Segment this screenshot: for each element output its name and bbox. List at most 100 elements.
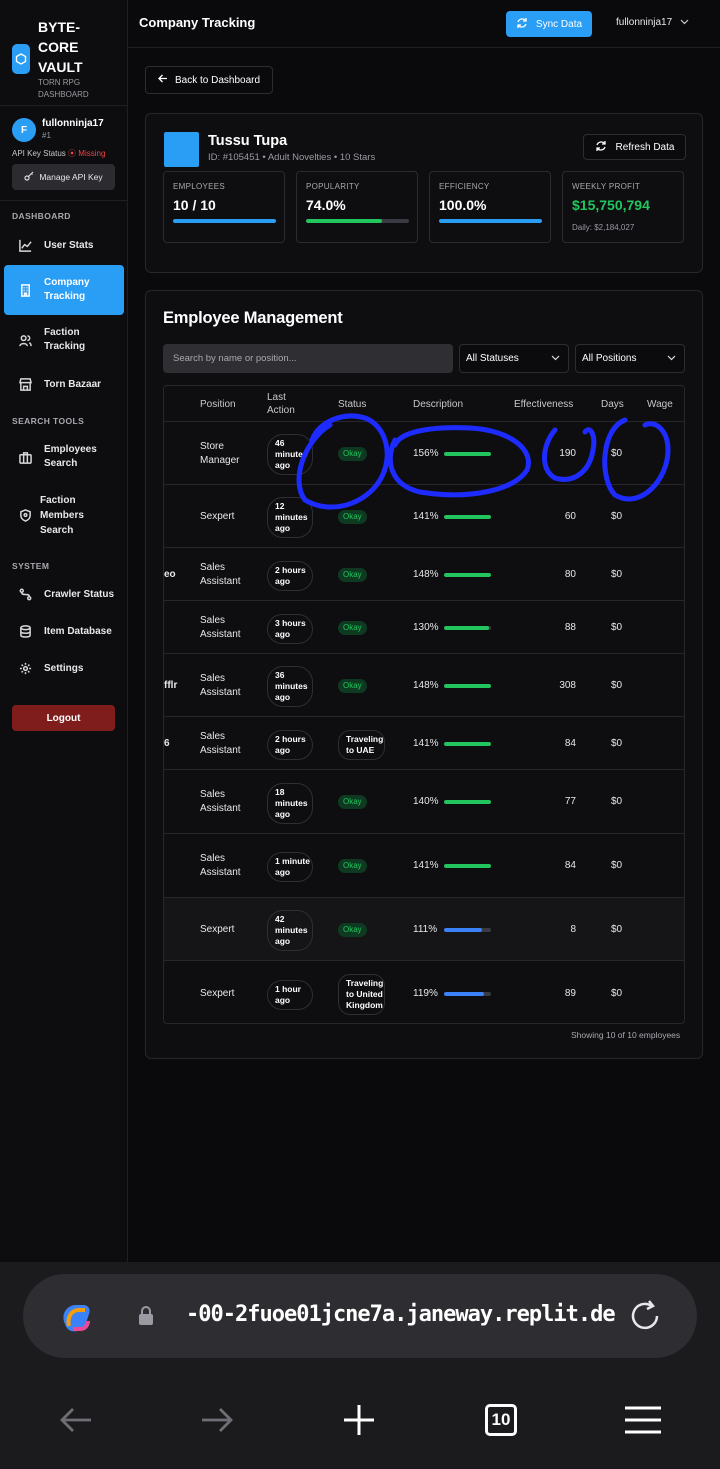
sidebar-item-label: Settings (44, 662, 84, 674)
search-input[interactable] (163, 344, 453, 373)
sidebar-item-faction-members-search[interactable]: Faction Members Search (0, 493, 128, 537)
table-row[interactable]: Sales Assistant 1 minute ago Okay 141% 84 $0 (164, 833, 684, 897)
section-title: Employee Management (163, 309, 343, 327)
column-header-wage[interactable]: Wage (647, 386, 673, 422)
table-row[interactable]: Store Manager 46 minutes ago Okay 156% 190 $0 (164, 421, 684, 484)
employee-position: Sales Assistant (200, 853, 241, 878)
wage-value: $0 (611, 621, 623, 633)
reload-icon[interactable] (627, 1298, 663, 1334)
back-arrow-icon[interactable] (56, 1400, 96, 1440)
back-label: Back to Dashboard (174, 74, 261, 86)
sidebar-item-label: Employees Search (44, 444, 97, 469)
column-header-position[interactable]: Position (200, 386, 236, 422)
new-tab-plus-icon[interactable] (339, 1400, 379, 1440)
sidebar-item-label: Company Tracking (44, 277, 90, 302)
status-badge: Okay (338, 678, 367, 693)
last-action-badge: 36 minutes ago (267, 666, 313, 707)
stat-progress-bar (173, 219, 276, 223)
sidebar-item-company-tracking[interactable]: Company Tracking (4, 265, 124, 315)
column-header-effectiveness[interactable]: Effectiveness (514, 386, 573, 422)
refresh-data-button[interactable]: Refresh Data (583, 134, 686, 160)
days-value: 8 (570, 923, 576, 935)
main-content: Back to Dashboard Tussu Tupa ID: #105451… (128, 48, 720, 1262)
effectiveness-bar (444, 451, 491, 456)
table-row[interactable]: Sexpert 42 minutes ago Okay 111% 8 $0 (164, 897, 684, 960)
status-filter-select[interactable]: All Statuses (459, 344, 569, 373)
url-text[interactable]: -00-2fuoe01jcne7a.janeway.replit.de (186, 1302, 616, 1327)
api-key-label: API Key Status (12, 149, 66, 158)
table-row[interactable]: Sexpert 12 minutes ago Okay 141% 60 $0 (164, 484, 684, 547)
effectiveness-fill (444, 683, 491, 688)
hexagon-logo-icon (12, 43, 30, 74)
employee-position: Sexpert (200, 510, 235, 522)
back-to-dashboard-button[interactable]: Back to Dashboard (145, 66, 273, 94)
brand[interactable]: BYTE-CORE VAULT TORN RPG DASHBOARD (0, 0, 127, 106)
refresh-icon (595, 140, 607, 155)
effectiveness-bar (444, 991, 491, 996)
user-menu[interactable]: fullonninja17 (616, 17, 689, 28)
status-badge: Okay (338, 509, 367, 524)
stat-label: POPULARITY (306, 182, 360, 191)
effectiveness-fill (444, 927, 482, 932)
effectiveness-bar (444, 683, 491, 688)
sidebar-item-torn-bazaar[interactable]: Torn Bazaar (0, 377, 128, 391)
table-row[interactable]: Sexpert 1 hour ago Traveling to United Kin… (164, 960, 684, 1023)
employee-name: fflr (164, 679, 178, 691)
employee-table: Position Last Action Status Description … (163, 385, 685, 1024)
position-filter-select[interactable]: All Positions (575, 344, 685, 373)
description-value: 141% (413, 510, 439, 522)
stat-daily-profit: Daily: $2,184,027 (572, 223, 635, 232)
sidebar-item-user-stats[interactable]: User Stats (0, 238, 128, 252)
wage-value: $0 (611, 987, 623, 999)
days-value: 84 (564, 737, 576, 749)
forward-arrow-icon[interactable] (197, 1400, 237, 1440)
table-row[interactable]: eo Sales Assistant 2 hours ago Okay 148% 80 $0 (164, 547, 684, 600)
page-title: Company Tracking (139, 15, 256, 30)
employee-position: Store Manager (200, 440, 240, 466)
sync-data-button[interactable]: Sync Data (506, 11, 592, 37)
stat-progress-fill (306, 219, 383, 223)
user-block: F fullonninja17 #1 API Key Status ⦿ Miss… (0, 106, 127, 201)
days-value: 80 (564, 568, 576, 580)
table-row[interactable]: 6 Sales Assistant 2 hours ago Traveling to … (164, 716, 684, 769)
logout-button[interactable]: Logout (12, 705, 115, 731)
menu-hamburger-icon[interactable] (623, 1400, 663, 1440)
sidebar: BYTE-CORE VAULT TORN RPG DASHBOARD F ful… (0, 0, 128, 1262)
status-badge: Okay (338, 446, 367, 461)
table-row[interactable]: Sales Assistant 18 minutes ago Okay 140% 77 $… (164, 769, 684, 833)
table-row[interactable]: fflr Sales Assistant 36 minutes ago Okay 148… (164, 653, 684, 716)
column-header-status[interactable]: Status (338, 386, 366, 422)
stat-efficiency: EFFICIENCY 100.0% (429, 171, 551, 243)
sidebar-item-item-database[interactable]: Item Database (0, 624, 128, 638)
sidebar-item-faction-tracking[interactable]: Faction Tracking (0, 326, 128, 354)
sidebar-item-employees-search[interactable]: Employees Search (0, 443, 128, 471)
stat-value: 10 / 10 (173, 197, 216, 213)
status-badge: Okay (338, 859, 367, 873)
employee-name: eo (164, 568, 176, 580)
employee-position: Sales Assistant (200, 789, 241, 814)
address-bar[interactable]: -00-2fuoe01jcne7a.janeway.replit.de (23, 1274, 697, 1358)
last-action-badge: 3 hours ago (267, 613, 313, 644)
tabs-button[interactable]: 10 (481, 1400, 521, 1440)
table-row[interactable]: Sales Assistant 3 hours ago Okay 130% 88 $0 (164, 600, 684, 653)
last-action-badge: 46 minutes ago (267, 434, 313, 475)
column-header-description[interactable]: Description (413, 386, 463, 422)
stat-value: 74.0% (306, 197, 346, 213)
description-value: 130% (413, 621, 439, 633)
manage-api-key-button[interactable]: Manage API Key (12, 164, 115, 190)
api-key-missing: Missing (78, 149, 106, 158)
sidebar-item-settings[interactable]: Settings (0, 661, 128, 675)
warning-circle-icon: ⦿ (68, 149, 77, 158)
effectiveness-bar (444, 927, 491, 932)
employee-position: Sales Assistant (200, 561, 241, 587)
sidebar-item-crawler-status[interactable]: Crawler Status (0, 587, 128, 601)
copilot-icon[interactable] (55, 1296, 97, 1338)
column-header-last-action[interactable]: Last Action (267, 386, 307, 422)
wage-value: $0 (611, 510, 623, 522)
stat-popularity: POPULARITY 74.0% (296, 171, 418, 243)
wage-value: $0 (611, 737, 623, 749)
database-icon (18, 624, 32, 638)
days-value: 88 (564, 621, 576, 633)
stat-progress-bar (306, 219, 409, 223)
column-header-days[interactable]: Days (601, 386, 624, 422)
